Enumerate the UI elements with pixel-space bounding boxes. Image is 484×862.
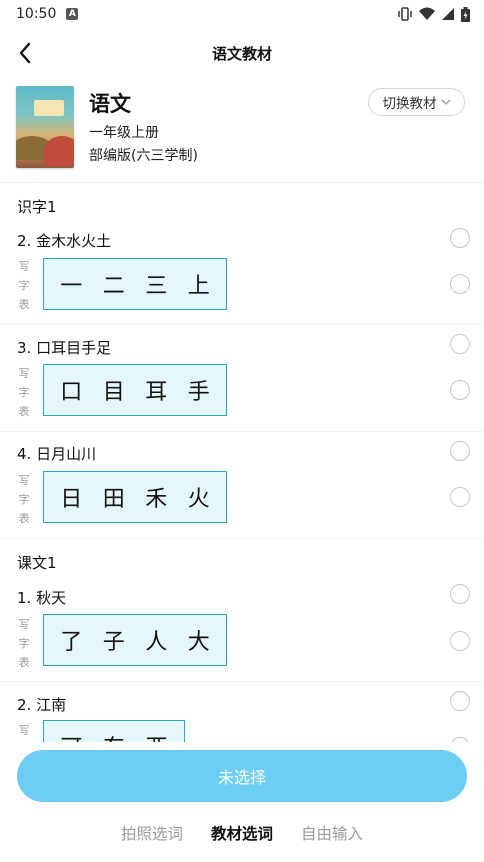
lesson-radio[interactable] [450,334,470,354]
lesson-title: 4. 日月山川 [17,445,97,463]
char: 二 [102,274,125,299]
writing-table-label: 写字表 [18,260,30,311]
back-button[interactable] [10,38,40,68]
char: 火 [187,487,210,512]
lesson-title: 2. 江南 [17,696,67,714]
writing-table-label: 写字表 [18,367,30,418]
char: 手 [187,380,210,405]
vibrate-icon [398,7,412,21]
signal-icon [442,8,454,20]
char-box: 一 二 三 上 [43,258,227,310]
lesson-title: 3. 口耳目手足 [17,339,112,357]
char: 大 [187,630,210,655]
lesson-list[interactable]: 识字1 2. 金木水火土 写字表 一 二 三 上 3. 口耳目手足 写字表 口 … [0,182,484,742]
writing-table-label: 写字表 [18,618,30,669]
char: 禾 [145,487,168,512]
char-table-radio[interactable] [450,631,470,651]
char: 子 [102,630,125,655]
lesson-title: 2. 金木水火土 [17,232,112,250]
lesson-radio[interactable] [450,584,470,604]
battery-icon [461,6,470,22]
char-table-radio[interactable] [450,380,470,400]
char: 日 [60,487,83,512]
chevron-down-icon [441,99,450,105]
char-box: 了 子 人 大 [43,614,227,666]
book-cover-image [16,86,74,168]
mode-tabs: 拍照选词 教材选词 自由输入 [0,822,484,852]
divider [0,431,484,432]
confirm-selection-button[interactable]: 未选择 [17,750,467,802]
wifi-icon [419,7,435,20]
status-bar: 10:50 A [0,0,484,28]
tab-photo-select[interactable]: 拍照选词 [121,822,183,852]
tab-textbook-select[interactable]: 教材选词 [211,822,273,852]
divider [0,681,484,682]
char-box: 口 目 耳 手 [43,364,227,416]
page-header: 语文教材 [0,28,484,78]
char: 人 [145,630,168,655]
switch-textbook-button[interactable]: 切换教材 [368,88,465,116]
status-right [397,6,470,22]
divider [0,538,484,539]
textbook-info: 语文 一年级上册 部编版(六三学制) 切换教材 [0,78,484,183]
char: 可 [51,730,91,742]
char: 耳 [145,380,168,405]
book-edition: 部编版(六三学制) [89,148,198,164]
char: 目 [102,380,125,405]
lesson-radio[interactable] [450,691,470,711]
char-table-radio[interactable] [450,487,470,507]
status-left: 10:50 A [16,6,79,22]
char: 口 [60,380,83,405]
switch-textbook-label: 切换教材 [382,96,437,112]
tab-free-input[interactable]: 自由输入 [301,822,363,852]
char-box: 可 东 西 [43,720,185,742]
char: 一 [60,274,83,299]
char: 田 [102,487,125,512]
notification-icon: A [66,8,79,20]
section-title: 识字1 [17,198,57,216]
char: 了 [60,630,83,655]
char: 上 [187,274,210,299]
writing-table-label: 写字表 [18,474,30,525]
bottom-bar: 未选择 拍照选词 教材选词 自由输入 [0,742,484,862]
lesson-title: 1. 秋天 [17,589,67,607]
book-grade: 一年级上册 [89,125,159,141]
lesson-radio[interactable] [450,441,470,461]
char: 西 [137,730,177,742]
char-box: 日 田 禾 火 [43,471,227,523]
section-title: 课文1 [17,554,57,572]
char: 东 [94,730,134,742]
chevron-left-icon [19,42,31,64]
lesson-radio[interactable] [450,228,470,248]
status-time: 10:50 [16,6,57,22]
page-title: 语文教材 [211,44,272,63]
book-name: 语文 [89,92,131,116]
writing-table-label: 写字表 [18,724,30,737]
char-table-radio[interactable] [450,274,470,294]
char: 三 [145,274,168,299]
divider [0,324,484,325]
